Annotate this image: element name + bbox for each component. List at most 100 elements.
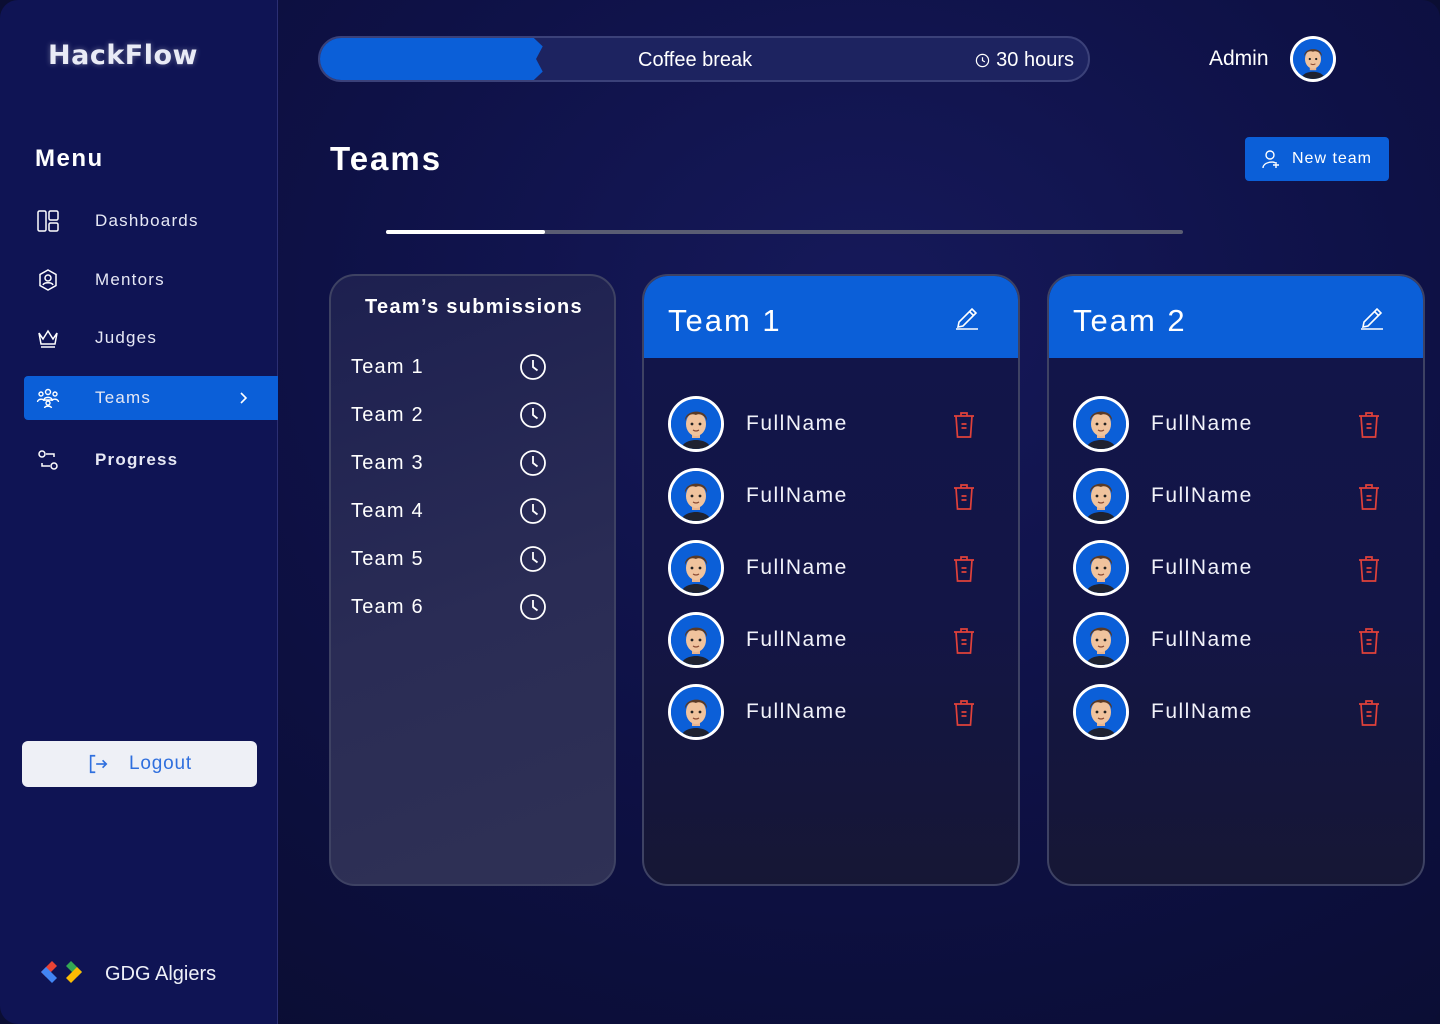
trash-icon[interactable] bbox=[951, 698, 977, 733]
member-row: FullName bbox=[668, 612, 998, 670]
team-name: Team 2 bbox=[1073, 303, 1187, 338]
member-name: FullName bbox=[746, 556, 848, 579]
add-user-icon bbox=[1262, 149, 1280, 169]
team-name: Team 1 bbox=[668, 303, 782, 338]
sidebar-item-label: Teams bbox=[95, 388, 152, 407]
time-left-value: 30 hours bbox=[996, 49, 1074, 71]
event-progress-fill bbox=[320, 38, 543, 80]
sidebar: HackFlow Menu Dashboards Mentors Judges … bbox=[0, 0, 278, 1024]
member-name: FullName bbox=[1151, 700, 1253, 723]
trash-icon[interactable] bbox=[1356, 554, 1382, 589]
submission-row[interactable]: Team 5 bbox=[351, 544, 551, 574]
submission-team-name: Team 3 bbox=[351, 451, 424, 474]
submission-row[interactable]: Team 3 bbox=[351, 448, 551, 478]
scroll-thumb[interactable] bbox=[386, 230, 546, 234]
edit-icon[interactable] bbox=[954, 302, 980, 335]
menu-title: Menu bbox=[35, 145, 104, 172]
sidebar-item-label: Dashboards bbox=[95, 211, 199, 230]
submission-team-name: Team 6 bbox=[351, 595, 424, 618]
member-row: FullName bbox=[1073, 684, 1403, 742]
clock-icon[interactable] bbox=[519, 449, 547, 483]
member-avatar bbox=[1073, 612, 1129, 668]
sidebar-item-label: Mentors bbox=[95, 270, 165, 289]
chevron-right-icon bbox=[236, 388, 250, 413]
member-avatar bbox=[668, 612, 724, 668]
clock-icon bbox=[975, 53, 990, 68]
event-label: Coffee break bbox=[638, 49, 753, 71]
app-window: HackFlow Menu Dashboards Mentors Judges … bbox=[0, 0, 1440, 1024]
team-card-header: Team 1 bbox=[644, 276, 1018, 358]
new-team-label: New team bbox=[1291, 150, 1373, 167]
member-avatar bbox=[1073, 540, 1129, 596]
member-row: FullName bbox=[1073, 612, 1403, 670]
member-name: FullName bbox=[746, 484, 848, 507]
trash-icon[interactable] bbox=[1356, 626, 1382, 661]
member-avatar bbox=[1073, 396, 1129, 452]
trash-icon[interactable] bbox=[951, 482, 977, 517]
dashboard-icon bbox=[36, 209, 60, 233]
edit-icon[interactable] bbox=[1359, 302, 1385, 335]
sidebar-item-label: Progress bbox=[95, 450, 179, 469]
new-team-button[interactable]: New team bbox=[1245, 137, 1389, 181]
member-avatar bbox=[668, 684, 724, 740]
clock-icon[interactable] bbox=[519, 497, 547, 531]
member-row: FullName bbox=[668, 684, 998, 742]
page-title: Teams bbox=[330, 140, 443, 177]
member-row: FullName bbox=[1073, 396, 1403, 454]
clock-icon[interactable] bbox=[519, 593, 547, 627]
submission-team-name: Team 2 bbox=[351, 403, 424, 426]
submission-team-name: Team 4 bbox=[351, 499, 424, 522]
trash-icon[interactable] bbox=[1356, 410, 1382, 445]
gdg-label: GDG Algiers bbox=[105, 963, 217, 985]
sidebar-item-progress[interactable]: Progress bbox=[24, 438, 278, 482]
trash-icon[interactable] bbox=[1356, 698, 1382, 733]
sidebar-item-dashboards[interactable]: Dashboards bbox=[24, 199, 278, 243]
submission-row[interactable]: Team 4 bbox=[351, 496, 551, 526]
member-name: FullName bbox=[746, 700, 848, 723]
gdg-logo-icon bbox=[38, 958, 90, 991]
logout-button[interactable]: Logout bbox=[22, 741, 257, 787]
submissions-title: Team’s submissions bbox=[365, 296, 583, 318]
member-avatar bbox=[668, 396, 724, 452]
submission-row[interactable]: Team 2 bbox=[351, 400, 551, 430]
member-name: FullName bbox=[746, 628, 848, 651]
submission-team-name: Team 5 bbox=[351, 547, 424, 570]
logout-label: Logout bbox=[129, 753, 192, 774]
user-name: Admin bbox=[1209, 47, 1269, 70]
crown-icon bbox=[36, 326, 60, 350]
sidebar-item-mentors[interactable]: Mentors bbox=[24, 258, 278, 302]
clock-icon[interactable] bbox=[519, 401, 547, 435]
trash-icon[interactable] bbox=[951, 554, 977, 589]
member-row: FullName bbox=[1073, 468, 1403, 526]
sidebar-item-judges[interactable]: Judges bbox=[24, 316, 278, 360]
member-row: FullName bbox=[668, 468, 998, 526]
clock-icon[interactable] bbox=[519, 353, 547, 387]
clock-icon[interactable] bbox=[519, 545, 547, 579]
member-name: FullName bbox=[1151, 556, 1253, 579]
submission-row[interactable]: Team 6 bbox=[351, 592, 551, 622]
progress-icon bbox=[36, 448, 60, 472]
trash-icon[interactable] bbox=[951, 626, 977, 661]
member-avatar bbox=[668, 468, 724, 524]
team-icon bbox=[36, 386, 60, 410]
member-avatar bbox=[1073, 468, 1129, 524]
submission-team-name: Team 1 bbox=[351, 355, 424, 378]
sidebar-item-label: Judges bbox=[95, 328, 158, 347]
avatar-image bbox=[1293, 39, 1333, 79]
event-progress-bar: Coffee break 30 hours bbox=[318, 36, 1090, 82]
team-card: Team 2 FullName FullName FullName FullName F… bbox=[1047, 274, 1425, 886]
member-avatar bbox=[668, 540, 724, 596]
user-avatar[interactable] bbox=[1290, 36, 1336, 82]
submission-row[interactable]: Team 1 bbox=[351, 352, 551, 382]
member-name: FullName bbox=[1151, 412, 1253, 435]
gdg-brand: GDG Algiers bbox=[38, 958, 216, 991]
member-name: FullName bbox=[1151, 628, 1253, 651]
member-row: FullName bbox=[668, 396, 998, 454]
member-row: FullName bbox=[1073, 540, 1403, 598]
scroll-track[interactable] bbox=[386, 230, 1183, 234]
trash-icon[interactable] bbox=[951, 410, 977, 445]
member-name: FullName bbox=[1151, 484, 1253, 507]
trash-icon[interactable] bbox=[1356, 482, 1382, 517]
sidebar-item-teams[interactable]: Teams bbox=[24, 376, 278, 420]
mentor-badge-icon bbox=[36, 268, 60, 292]
